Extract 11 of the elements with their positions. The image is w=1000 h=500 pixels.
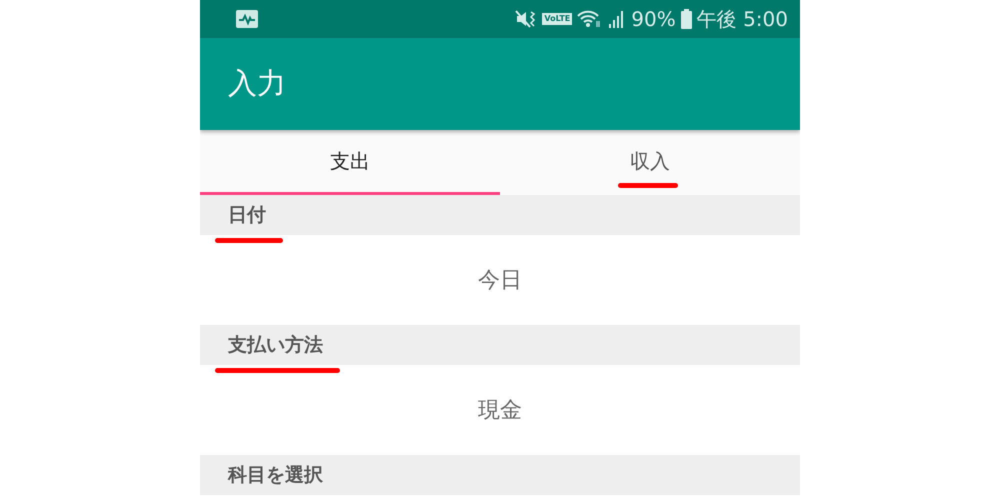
tab[interactable]: 収入	[500, 130, 800, 195]
mute-vibrate-icon	[515, 10, 538, 28]
clock-time: 午後 5:00	[696, 6, 788, 32]
section-label: 科目を選択	[228, 463, 323, 488]
battery-icon	[680, 9, 692, 29]
activity-icon	[236, 10, 258, 28]
section-label: 支払い方法	[228, 333, 323, 358]
volte-icon: VoLTE	[542, 13, 572, 25]
battery-percent: 90%	[631, 7, 676, 31]
section-label: 日付	[228, 203, 266, 228]
screen-title: 入力	[228, 65, 286, 102]
